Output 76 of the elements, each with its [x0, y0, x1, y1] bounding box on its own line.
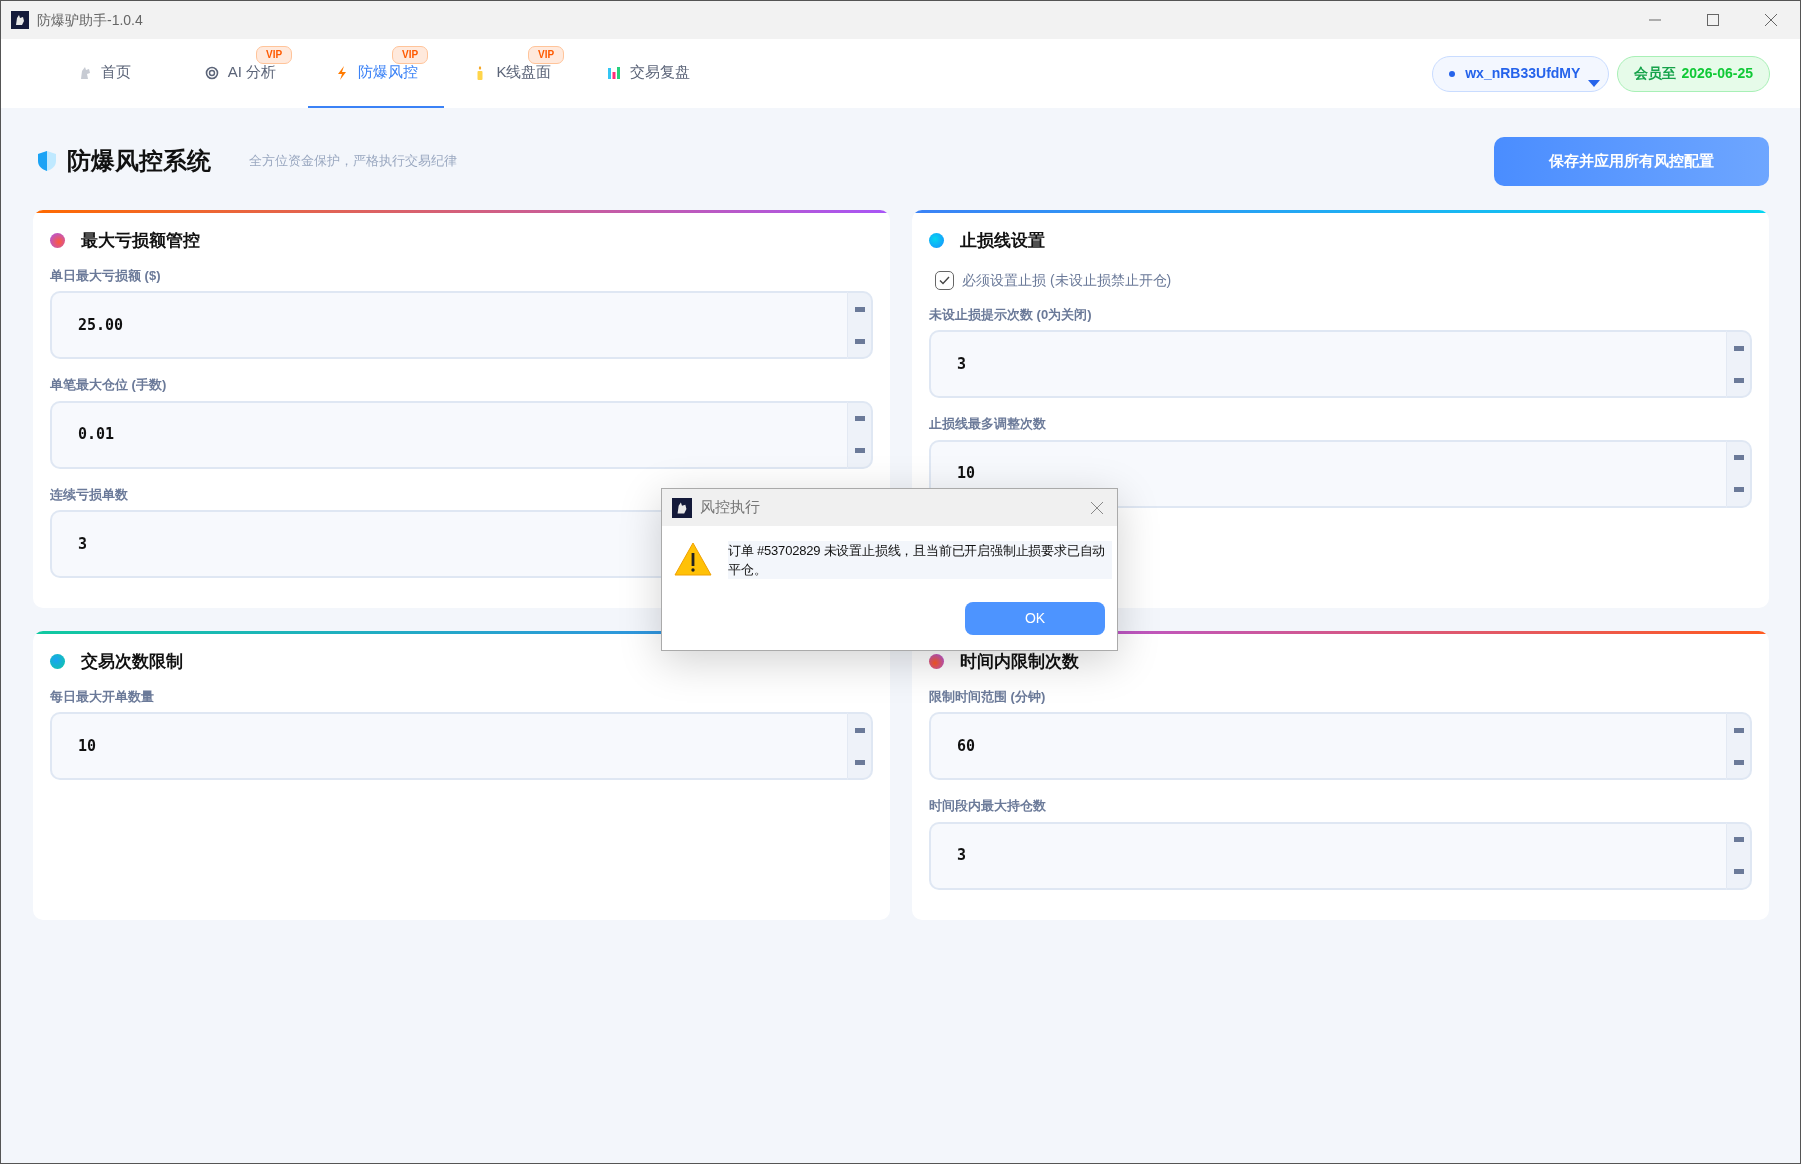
increment-button[interactable] [847, 400, 873, 435]
dash-icon [1733, 759, 1744, 765]
increment-button[interactable] [1726, 439, 1752, 474]
maximize-icon [1707, 14, 1719, 26]
decrement-button[interactable] [1726, 746, 1752, 780]
dash-icon [854, 306, 865, 312]
shield-icon [37, 150, 57, 172]
number-input[interactable]: 10 [929, 439, 1726, 508]
vip-badge: VIP [256, 46, 293, 64]
app-logo-icon [672, 497, 692, 518]
number-input[interactable]: 60 [929, 712, 1726, 780]
dash-icon [1733, 377, 1744, 383]
caret-icon [1588, 79, 1601, 87]
dash-icon [1733, 345, 1744, 351]
username: wx_nRB33UfdMY [1465, 64, 1581, 83]
bullet-dot-icon [929, 654, 944, 670]
membership-label: 会员至 [1634, 64, 1677, 83]
dash-icon [1733, 455, 1744, 460]
dash-icon [1733, 869, 1744, 874]
checkbox[interactable] [935, 270, 954, 290]
increment-button[interactable] [847, 712, 873, 746]
dash-icon [854, 759, 865, 765]
bullet-dot-icon [50, 654, 65, 670]
vip-badge: VIP [528, 46, 565, 64]
increment-button[interactable] [1726, 821, 1752, 856]
field-label: 止损线最多调整次数 [929, 415, 1046, 433]
number-input[interactable]: 3 [929, 330, 1726, 398]
checkbox-label: 必须设置止损 (未设止损禁止开仓) [962, 270, 1172, 290]
card-title: 止损线设置 [960, 230, 1045, 252]
decrement-button[interactable] [1726, 364, 1752, 398]
dash-icon [854, 338, 865, 344]
dash-icon [854, 416, 865, 421]
window-title: 防爆驴助手-1.0.4 [37, 10, 143, 30]
number-input[interactable]: 10 [50, 712, 847, 780]
number-input[interactable]: 0.01 [50, 400, 847, 469]
field-label: 连续亏损单数 [50, 485, 128, 504]
close-icon [1764, 13, 1778, 27]
dash-icon [854, 448, 865, 453]
page-subtitle: 全方位资金保护，严格执行交易纪律 [249, 152, 457, 171]
field-label: 未设止损提示次数 (0为关闭) [929, 305, 1092, 324]
account-dropdown[interactable]: wx_nRB33UfdMY [1432, 55, 1610, 92]
app-logo-icon [11, 11, 29, 29]
checkmark-icon [939, 275, 950, 285]
dash-icon [1733, 487, 1744, 492]
dash-icon [1733, 837, 1744, 842]
close-icon [1090, 500, 1104, 515]
number-input[interactable]: 25.00 [50, 291, 847, 359]
decrement-button[interactable] [847, 746, 873, 780]
nav-tab[interactable]: 首页 [36, 39, 172, 108]
nav-tab[interactable]: 交易复盘 [580, 39, 716, 108]
field-label: 限制时间范围 (分钟) [929, 687, 1046, 706]
decrement-button[interactable] [847, 434, 873, 469]
increment-button[interactable] [1726, 712, 1752, 746]
dialog-message: 订单 #53702829 未设置止损线，且当前已开启强制止损要求已自动平仓。 [728, 541, 1112, 579]
warning-icon [674, 541, 712, 577]
dash-icon [854, 727, 865, 733]
increment-button[interactable] [1726, 330, 1752, 364]
bullet-dot-icon [929, 233, 944, 249]
page-title: 防爆风控系统 [67, 146, 211, 176]
field-label: 时间段内最大持仓数 [929, 797, 1046, 815]
membership-date: 2026-06-25 [1681, 64, 1753, 83]
bullet-dot-icon [50, 233, 65, 249]
number-input[interactable]: 3 [929, 821, 1726, 890]
status-dot-icon [1449, 70, 1456, 77]
card-title: 最大亏损额管控 [81, 230, 200, 252]
field-label: 每日最大开单数量 [50, 687, 154, 706]
vip-badge: VIP [392, 46, 429, 64]
field-label: 单笔最大仓位 (手数) [50, 376, 167, 394]
increment-button[interactable] [847, 291, 873, 325]
dash-icon [1733, 727, 1744, 733]
card-title: 时间内限制次数 [960, 651, 1079, 673]
field-label: 单日最大亏损额 ($) [50, 266, 161, 285]
decrement-button[interactable] [1726, 855, 1752, 890]
decrement-button[interactable] [847, 325, 873, 359]
decrement-button[interactable] [1726, 473, 1752, 508]
card-title: 交易次数限制 [81, 651, 183, 673]
